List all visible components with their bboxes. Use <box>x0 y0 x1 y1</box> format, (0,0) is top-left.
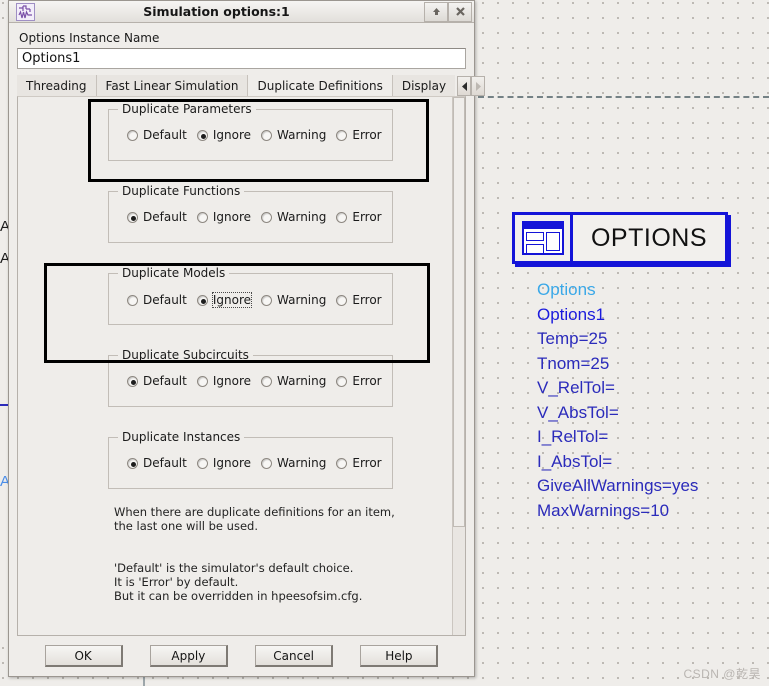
shade-button[interactable] <box>424 1 448 22</box>
group-duplicate-models: Duplicate Models Default Ignore Warning … <box>108 266 393 325</box>
group-duplicate-subcircuits: Duplicate Subcircuits Default Ignore War… <box>108 348 393 407</box>
simulation-options-dialog[interactable]: Simulation options:1 Options Instance Na… <box>8 0 486 677</box>
options-symbol-icon <box>515 215 573 261</box>
radio-subcircuits-warning[interactable]: Warning <box>261 374 327 388</box>
canvas-guide-line-horizontal <box>478 96 769 98</box>
canvas-guide-line-vertical <box>143 677 145 686</box>
tab-display[interactable]: Display <box>391 75 456 96</box>
param-tnom: Tnom=25 <box>537 353 610 373</box>
group-legend: Duplicate Parameters <box>118 102 256 116</box>
param-i-abstol: I_AbsTol= <box>537 451 613 471</box>
param-give-all-warnings: GiveAllWarnings=yes <box>537 476 699 495</box>
radio-group-duplicate-instances[interactable]: Default Ignore Warning Error <box>127 456 392 470</box>
dialog-titlebar[interactable]: Simulation options:1 <box>9 1 474 23</box>
ok-button[interactable]: OK <box>44 645 123 667</box>
options-component-symbol[interactable]: OPTIONS <box>512 212 728 264</box>
param-v-reltol: V_RelTol= <box>537 378 615 397</box>
tab-fast-linear-simulation[interactable]: Fast Linear Simulation <box>95 75 248 96</box>
radio-functions-warning[interactable]: Warning <box>261 210 327 224</box>
radio-models-error[interactable]: Error <box>336 293 382 307</box>
tab-duplicate-definitions[interactable]: Duplicate Definitions <box>247 75 392 96</box>
radio-functions-error[interactable]: Error <box>336 210 382 224</box>
tab-scroll-buttons <box>457 76 486 96</box>
tab-scroll-right-icon[interactable] <box>471 76 486 96</box>
tab-threading[interactable]: Threading <box>17 75 96 96</box>
radio-group-duplicate-parameters[interactable]: Default Ignore Warning Error <box>127 128 392 142</box>
radio-parameters-warning[interactable]: Warning <box>261 128 327 142</box>
close-icon[interactable] <box>448 1 472 22</box>
radio-parameters-ignore[interactable]: Ignore <box>196 128 252 142</box>
options-instance-name-input[interactable]: Options1 <box>17 48 466 69</box>
help-description-text: When there are duplicate definitions for… <box>114 505 395 603</box>
group-duplicate-functions: Duplicate Functions Default Ignore Warni… <box>108 184 393 243</box>
radio-parameters-default[interactable]: Default <box>127 128 188 142</box>
radio-instances-error[interactable]: Error <box>336 456 382 470</box>
group-duplicate-parameters: Duplicate Parameters Default Ignore Warn… <box>108 102 393 161</box>
radio-functions-default[interactable]: Default <box>127 210 188 224</box>
radio-models-ignore[interactable]: Ignore <box>196 292 253 308</box>
param-options: Options <box>537 280 596 299</box>
panel-vertical-scrollbar[interactable] <box>452 97 465 635</box>
scrollbar-thumb[interactable] <box>453 97 465 527</box>
dialog-title: Simulation options:1 <box>143 4 290 19</box>
apply-button[interactable]: Apply <box>149 645 228 667</box>
param-v-abstol: V_AbsTol= <box>537 402 619 422</box>
instance-name-label: Options Instance Name <box>19 31 160 45</box>
tab-scroll-left-icon[interactable] <box>457 76 472 96</box>
panel-content: Duplicate Parameters Default Ignore Warn… <box>18 97 452 635</box>
radio-subcircuits-error[interactable]: Error <box>336 374 382 388</box>
radio-instances-default[interactable]: Default <box>127 456 188 470</box>
tab-bar[interactable]: Threading Fast Linear Simulation Duplica… <box>17 74 486 96</box>
radio-parameters-error[interactable]: Error <box>336 128 382 142</box>
radio-subcircuits-default[interactable]: Default <box>127 374 188 388</box>
options-parameter-list[interactable]: Options Options1 Temp=25 Tnom=25 V_RelTo… <box>537 278 698 523</box>
radio-group-duplicate-functions[interactable]: Default Ignore Warning Error <box>127 210 392 224</box>
radio-instances-ignore[interactable]: Ignore <box>196 456 252 470</box>
help-button[interactable]: Help <box>360 645 439 667</box>
param-instance-name: Options1 <box>537 304 606 324</box>
param-temp: Temp=25 <box>537 329 608 348</box>
radio-functions-ignore[interactable]: Ignore <box>196 210 252 224</box>
schematic-icon <box>16 2 35 21</box>
param-i-reltol: I_RelTol= <box>537 427 609 446</box>
duplicate-definitions-panel: Duplicate Parameters Default Ignore Warn… <box>17 96 466 636</box>
group-legend: Duplicate Instances <box>118 430 245 444</box>
radio-instances-warning[interactable]: Warning <box>261 456 327 470</box>
titlebar-buttons <box>424 1 472 22</box>
radio-group-duplicate-subcircuits[interactable]: Default Ignore Warning Error <box>127 374 392 388</box>
watermark: CSDN @乾昊 <box>683 667 761 681</box>
group-duplicate-instances: Duplicate Instances Default Ignore Warni… <box>108 430 393 489</box>
radio-models-default[interactable]: Default <box>127 293 188 307</box>
radio-subcircuits-ignore[interactable]: Ignore <box>196 374 252 388</box>
options-component-label: OPTIONS <box>590 223 707 252</box>
radio-models-warning[interactable]: Warning <box>261 293 327 307</box>
radio-group-duplicate-models[interactable]: Default Ignore Warning Error <box>127 292 392 308</box>
dialog-body: Options Instance Name Options1 Threading… <box>9 23 486 676</box>
cancel-button[interactable]: Cancel <box>255 645 334 667</box>
group-legend: Duplicate Subcircuits <box>118 348 253 362</box>
dialog-button-bar: OK Apply Cancel Help <box>17 636 466 676</box>
group-legend: Duplicate Models <box>118 266 230 280</box>
group-legend: Duplicate Functions <box>118 184 245 198</box>
param-max-warnings: MaxWarnings=10 <box>537 500 670 520</box>
